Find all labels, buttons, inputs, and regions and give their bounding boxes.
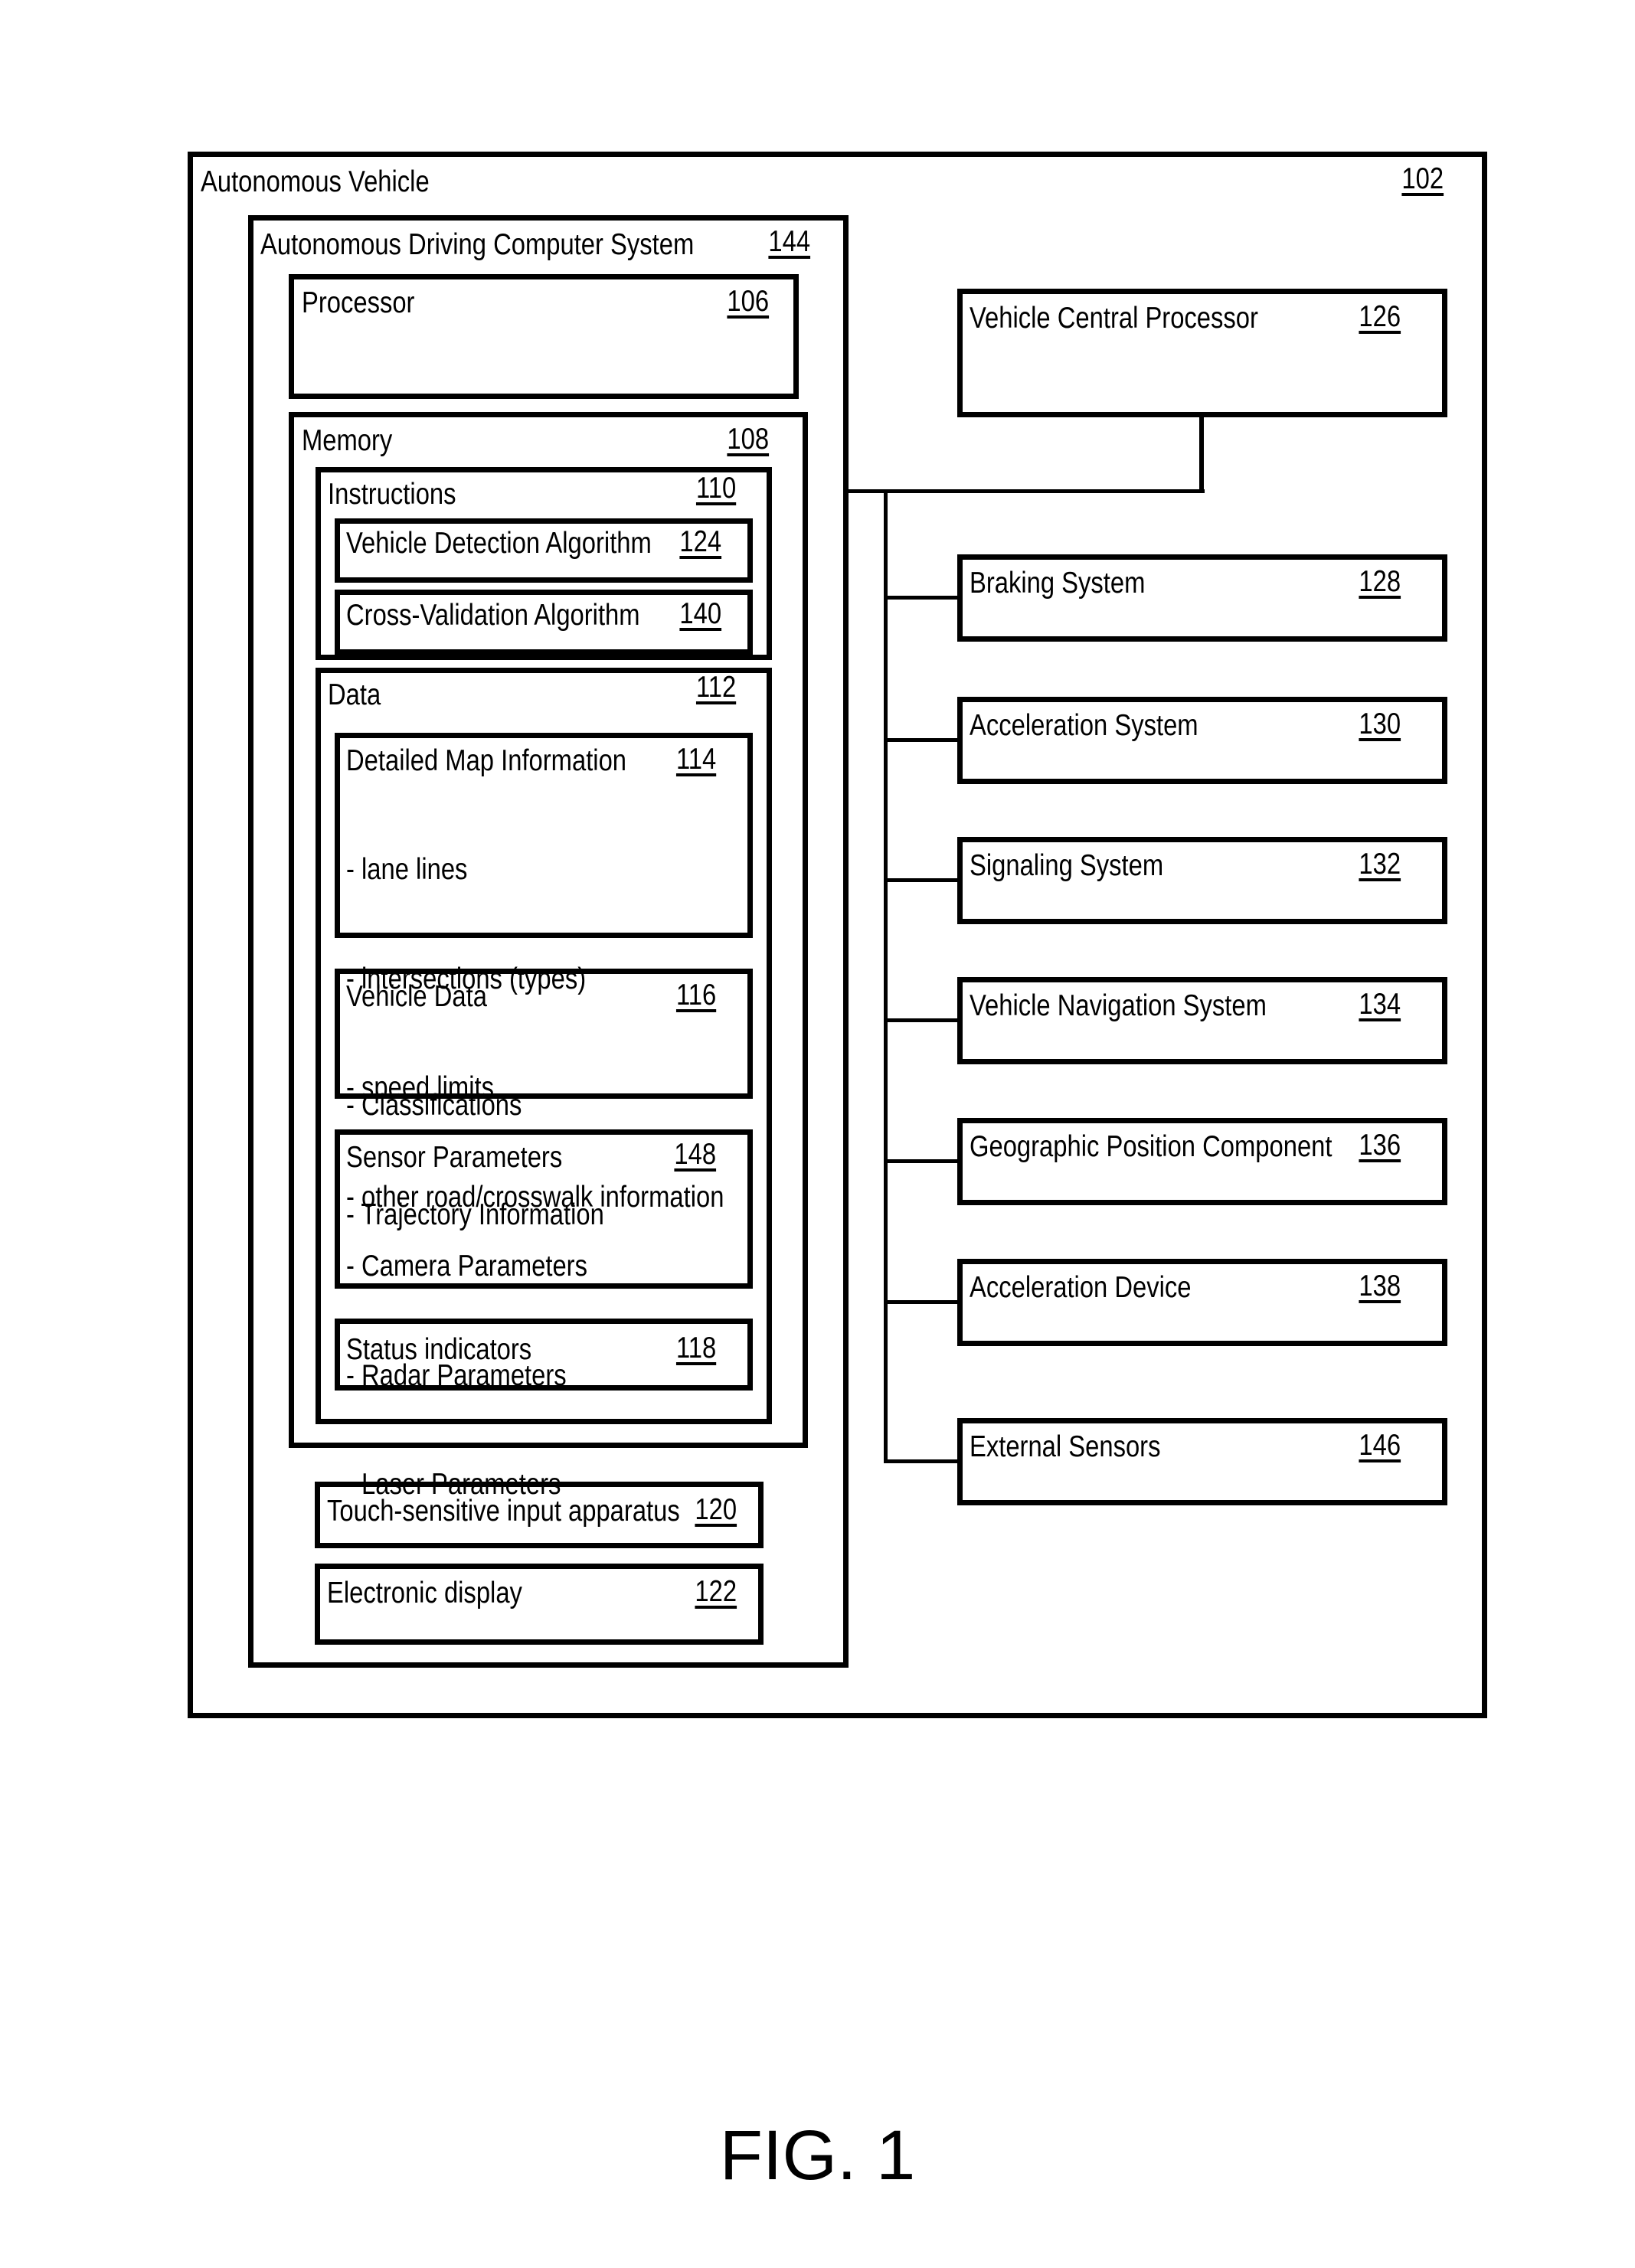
autonomous-vehicle-label: Autonomous Vehicle [201,165,430,198]
computer-system-label: Autonomous Driving Computer System [260,228,695,261]
detailed-map-information-ref: 114 [675,743,716,776]
vehicle-detection-algorithm-ref: 124 [679,525,721,558]
autonomous-vehicle-ref: 102 [1401,162,1444,195]
signaling-system-label: Signaling System [970,849,1164,882]
instructions-ref: 110 [695,472,736,505]
acceleration-system-label: Acceleration System [970,709,1198,742]
acceleration-system-connector [884,738,960,742]
data-ref: 112 [695,671,736,704]
signaling-system-connector [884,878,960,882]
processor-label: Processor [302,286,415,319]
vehicle-navigation-system-label: Vehicle Navigation System [970,989,1267,1022]
sensor-parameters-ref: 148 [674,1138,716,1171]
list-item: - Camera Parameters [346,1250,587,1283]
acceleration-device-label: Acceleration Device [970,1271,1192,1304]
touch-input-ref: 120 [695,1493,737,1526]
detailed-map-information-label: Detailed Map Information [346,744,627,777]
memory-ref: 108 [727,423,769,456]
connector-to-central-processor-horizontal [843,489,1205,493]
sensor-parameters-label: Sensor Parameters [346,1141,563,1174]
cross-validation-algorithm-label: Cross-Validation Algorithm [346,599,640,632]
signaling-system-ref: 132 [1359,848,1401,881]
external-sensors-ref: 146 [1359,1429,1401,1462]
external-sensors-label: External Sensors [970,1430,1161,1463]
vehicle-data-label: Vehicle Data [346,980,487,1013]
acceleration-system-ref: 130 [1359,708,1401,740]
memory-label: Memory [302,424,393,457]
list-item: - Classifications [346,1089,522,1122]
vehicle-navigation-system-ref: 134 [1359,988,1401,1021]
vehicle-navigation-system-connector [884,1018,960,1022]
status-indicators-label: Status indicators [346,1333,532,1366]
instructions-label: Instructions [328,478,456,511]
acceleration-device-ref: 138 [1359,1270,1401,1302]
braking-system-label: Braking System [970,567,1146,600]
geographic-position-component-ref: 136 [1359,1129,1401,1162]
processor-ref: 106 [727,285,769,318]
status-indicators-ref: 118 [675,1332,716,1364]
braking-system-connector [884,596,960,600]
connector-to-central-processor-vertical [1199,417,1204,493]
electronic-display-label: Electronic display [327,1577,522,1609]
acceleration-device-connector [884,1300,960,1304]
system-bus-line [884,489,888,1463]
list-item: - lane lines [346,853,468,886]
electronic-display-ref: 122 [695,1575,737,1608]
braking-system-ref: 128 [1359,565,1401,598]
touch-input-label: Touch-sensitive input apparatus [327,1495,680,1528]
central-processor-ref: 126 [1359,300,1401,333]
figure-label: FIG. 1 [719,2116,916,2194]
data-label: Data [328,678,381,711]
geographic-position-component-label: Geographic Position Component [970,1130,1333,1163]
computer-system-ref: 144 [768,225,810,258]
cross-validation-algorithm-ref: 140 [679,597,721,630]
geographic-position-component-connector [884,1159,960,1163]
vehicle-data-ref: 116 [675,979,716,1011]
external-sensors-connector [884,1459,960,1463]
central-processor-label: Vehicle Central Processor [970,302,1258,335]
vehicle-detection-algorithm-label: Vehicle Detection Algorithm [346,527,652,560]
